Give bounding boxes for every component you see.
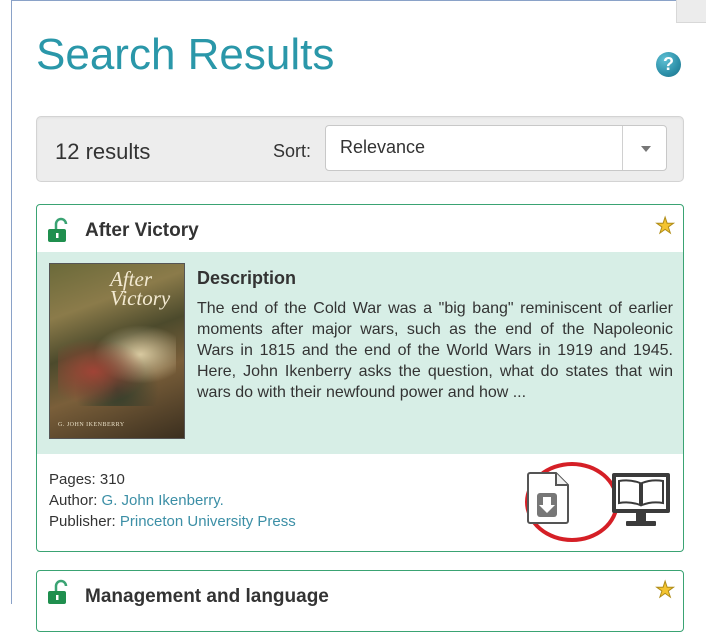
star-icon[interactable]: ★ (655, 578, 676, 601)
publisher-link[interactable]: Princeton University Press (120, 513, 296, 530)
publisher-label: Publisher: (49, 513, 116, 530)
pages-info: Pages: 310 (49, 471, 125, 488)
pages-value: 310 (99, 471, 125, 488)
open-lock-icon (48, 217, 68, 242)
help-icon[interactable]: ? (656, 52, 681, 77)
pages-label: Pages: (49, 471, 96, 488)
result-card: Management and language ★ (36, 570, 684, 632)
window-frame-left (11, 0, 12, 604)
cover-title-line: Victory (110, 285, 171, 310)
result-title[interactable]: Management and language (85, 586, 329, 608)
description-heading: Description (197, 268, 297, 288)
help-glyph: ? (663, 54, 674, 74)
cover-painting (58, 320, 176, 406)
sort-selected-value: Relevance (340, 137, 426, 157)
sort-dropdown[interactable]: Relevance (325, 125, 667, 171)
sort-label: Sort: (273, 141, 312, 161)
book-cover[interactable]: After Victory G. JOHN IKENBERRY (49, 263, 185, 439)
open-lock-icon (48, 579, 68, 604)
result-title[interactable]: After Victory (85, 220, 199, 242)
window-frame-top (11, 0, 706, 1)
star-icon[interactable]: ★ (655, 214, 676, 237)
publisher-info: Publisher: Princeton University Press (49, 513, 296, 530)
cover-author: G. JOHN IKENBERRY (58, 422, 125, 428)
page-title: Search Results (36, 30, 335, 79)
online-reader-icon[interactable] (610, 471, 672, 531)
chevron-down-icon[interactable] (641, 146, 651, 152)
result-card: After Victory ★ After Victory G. JOHN IK… (36, 204, 684, 552)
panel-corner-tab (676, 0, 706, 23)
author-label: Author: (49, 492, 98, 509)
sort-dropdown-divider (622, 126, 623, 170)
results-count: 12 results (55, 139, 151, 164)
cover-title: After Victory (110, 269, 171, 310)
results-toolbar: 12 results Sort: Relevance (36, 116, 684, 182)
description-text: The end of the Cold War was a "big bang"… (197, 300, 673, 401)
author-link[interactable]: G. John Ikenberry. (102, 492, 224, 509)
description-panel: After Victory G. JOHN IKENBERRY Descript… (37, 252, 683, 454)
author-info: Author: G. John Ikenberry. (49, 492, 224, 509)
download-icon[interactable] (526, 471, 570, 525)
